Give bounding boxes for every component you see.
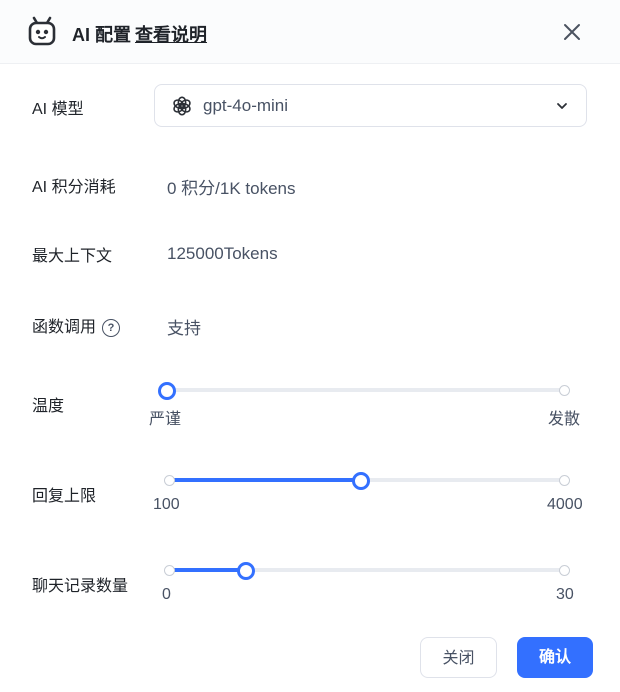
help-icon[interactable]: ?: [102, 319, 121, 337]
temperature-slider[interactable]: [158, 380, 570, 400]
slider-end-dot: [559, 475, 570, 486]
slider-start-dot: [164, 565, 175, 576]
context-value: 125000Tokens: [167, 244, 278, 263]
dialog-title: AI 配置 查看说明: [72, 21, 207, 47]
dialog-header: AI 配置 查看说明: [0, 0, 620, 64]
slider-end-dot: [559, 385, 570, 396]
history-min-label: 0: [162, 586, 171, 603]
max-reply-slider[interactable]: [164, 470, 570, 490]
view-docs-link[interactable]: 查看说明: [135, 25, 207, 45]
slider-handle[interactable]: [158, 382, 176, 400]
history-max-label: 30: [556, 586, 574, 603]
dialog-title-text: AI 配置: [72, 25, 132, 45]
max-reply-label: 回复上限: [32, 488, 97, 505]
function-call-value: 支持: [167, 319, 201, 338]
model-value: gpt-4o-mini: [203, 96, 289, 115]
model-label: AI 模型: [32, 101, 84, 118]
slider-handle[interactable]: [237, 562, 256, 580]
openai-icon: [173, 96, 191, 116]
slider-end-dot: [559, 565, 570, 576]
context-label: 最大上下文: [32, 248, 113, 265]
robot-icon: [28, 16, 56, 46]
points-label: AI 积分消耗: [32, 179, 116, 196]
slider-fill: [167, 568, 247, 572]
close-icon[interactable]: [560, 20, 584, 44]
temperature-min-label: 严谨: [149, 411, 182, 428]
model-select[interactable]: gpt-4o-mini: [154, 84, 587, 127]
close-button[interactable]: 关闭: [420, 637, 497, 678]
temperature-max-label: 发散: [548, 411, 581, 428]
points-value: 0 积分/1K tokens: [167, 179, 296, 198]
history-label: 聊天记录数量: [32, 578, 129, 595]
function-call-label-text: 函数调用: [32, 319, 97, 336]
function-call-label: 函数调用?: [32, 313, 121, 337]
max-reply-max-label: 4000: [547, 496, 583, 513]
temperature-label: 温度: [32, 398, 65, 415]
history-slider[interactable]: [164, 560, 570, 580]
chevron-down-icon: [557, 103, 567, 109]
slider-start-dot: [164, 475, 175, 486]
confirm-button[interactable]: 确认: [517, 637, 593, 678]
max-reply-min-label: 100: [153, 496, 180, 513]
slider-fill: [167, 478, 362, 482]
slider-track: [167, 388, 567, 392]
slider-handle[interactable]: [352, 472, 371, 490]
